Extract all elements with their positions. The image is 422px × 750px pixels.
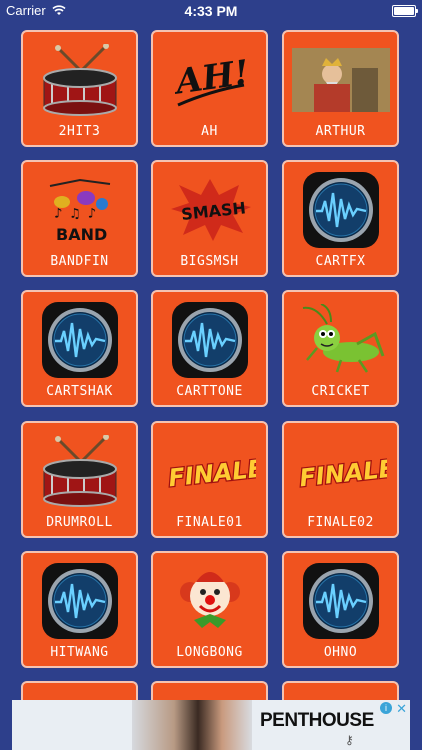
sound-tile-label: CARTTONE [176, 384, 243, 399]
sound-tile-label: 2HIT3 [58, 124, 101, 139]
sound-tile-label: ARTHUR [315, 124, 366, 139]
drum-icon [23, 431, 136, 511]
sound-tile-finale01[interactable]: FINALE FINALE01 [151, 421, 268, 538]
svg-text:AH!: AH! [170, 53, 250, 103]
sound-wave-icon [153, 300, 266, 380]
sound-tile-partial[interactable] [21, 681, 138, 701]
sound-tile-label: CARTFX [315, 254, 366, 269]
sound-tile-label: LONGBONG [176, 645, 243, 660]
band-instruments-icon: ♪ ♫ ♪ BAND [23, 170, 136, 250]
sound-tile-label: AH [201, 124, 218, 139]
sound-tile-cartshak[interactable]: CARTSHAK [21, 290, 138, 407]
sound-wave-icon [23, 300, 136, 380]
sound-tile-ah[interactable]: AH! AH [151, 30, 268, 147]
sound-wave-icon [284, 170, 397, 250]
sound-tile-label: OHNO [323, 645, 358, 660]
sound-tile-bigsmsh[interactable]: SMASH BIGSMSH [151, 160, 268, 277]
svg-text:FINALE: FINALE [298, 454, 387, 492]
sound-tile-2hit3[interactable]: 2HIT3 [21, 30, 138, 147]
sound-tile-ohno[interactable]: OHNO [282, 551, 399, 668]
finale-text-icon: FINALE [284, 431, 397, 511]
sound-tile-label: HITWANG [50, 645, 109, 660]
sound-tile-drumroll[interactable]: DRUMROLL [21, 421, 138, 538]
ah-text-icon: AH! [153, 40, 266, 120]
king-portrait-icon [284, 40, 397, 120]
sound-tile-partial[interactable] [151, 681, 268, 701]
sound-tile-cartfx[interactable]: CARTFX [282, 160, 399, 277]
svg-text:♪ ♫ ♪: ♪ ♫ ♪ [54, 206, 96, 222]
sound-tile-partial[interactable] [282, 681, 399, 701]
sound-tile-cricket[interactable]: CRICKET [282, 290, 399, 407]
svg-text:BAND: BAND [56, 225, 107, 244]
ad-brand: PENTHOUSE [260, 710, 374, 731]
sound-tile-bandfin[interactable]: ♪ ♫ ♪ BAND BANDFIN [21, 160, 138, 277]
sound-tile-label: CARTSHAK [46, 384, 113, 399]
cricket-icon [284, 300, 397, 380]
ad-banner[interactable]: PENTHOUSE ⚷ i ✕ [12, 700, 410, 750]
sound-tile-label: CRICKET [311, 384, 370, 399]
sound-tile-arthur[interactable]: ARTHUR [282, 30, 399, 147]
smash-burst-icon: SMASH [153, 170, 266, 250]
finale-text-icon: FINALE [153, 431, 266, 511]
sound-tile-label: BANDFIN [50, 254, 109, 269]
info-icon[interactable]: i [380, 702, 392, 714]
sound-tile-label: FINALE02 [307, 515, 374, 530]
drum-icon [23, 40, 136, 120]
clown-icon [153, 561, 266, 641]
sound-tile-finale02[interactable]: FINALE FINALE02 [282, 421, 399, 538]
sound-tile-label: BIGSMSH [180, 254, 239, 269]
ad-photo [132, 700, 252, 750]
sound-tile-label: DRUMROLL [46, 515, 113, 530]
sound-wave-icon [284, 561, 397, 641]
key-icon: ⚷ [345, 733, 354, 747]
sound-tile-carttone[interactable]: CARTTONE [151, 290, 268, 407]
svg-text:FINALE: FINALE [167, 454, 256, 492]
sound-tile-label: FINALE01 [176, 515, 243, 530]
sound-tile-longbong[interactable]: LONGBONG [151, 551, 268, 668]
sound-tile-hitwang[interactable]: HITWANG [21, 551, 138, 668]
sound-grid: 2HIT3 AH! AH ARTHUR ♪ ♫ ♪ BAND BANDFIN S… [0, 0, 422, 750]
close-icon[interactable]: ✕ [396, 701, 407, 717]
sound-wave-icon [23, 561, 136, 641]
